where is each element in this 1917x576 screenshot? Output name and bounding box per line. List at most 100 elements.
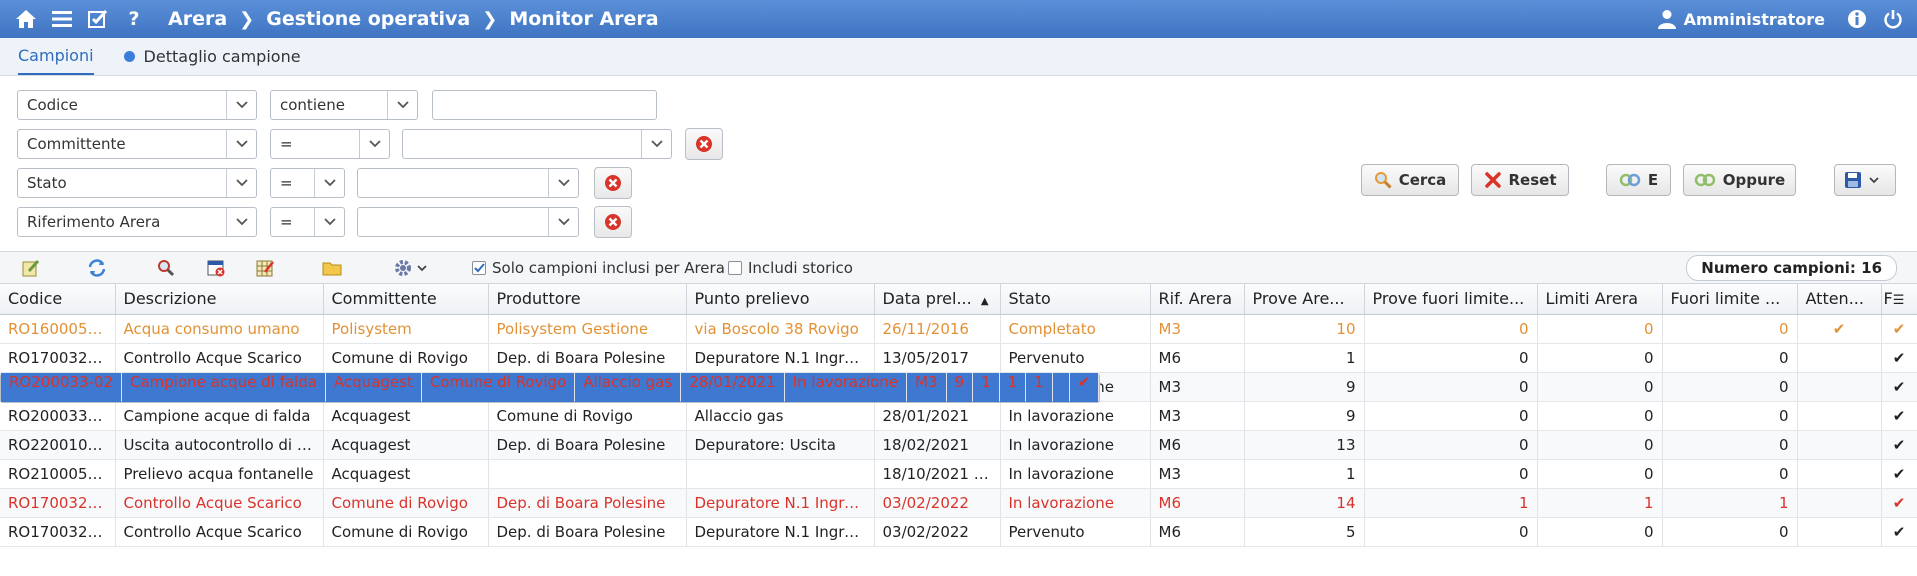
table-cell-f: ✔ — [1881, 430, 1917, 460]
refresh-icon[interactable] — [86, 258, 108, 278]
include-history-checkbox[interactable]: Includi storico — [728, 259, 853, 277]
table-row[interactable]: RO160005-03 Acqua consumo umano Polisystem… — [0, 314, 1917, 344]
filter-value-input[interactable] — [432, 90, 657, 120]
table-cell-prove-are: 9 — [1244, 401, 1365, 431]
col-punto-prelievo[interactable]: Punto prelievo — [686, 284, 875, 315]
table-cell-limiti-arera: 0 — [1537, 517, 1663, 547]
filter-value-select[interactable] — [357, 207, 579, 237]
table-cell-stato: In lavorazione — [1000, 459, 1151, 489]
filter-value-select[interactable] — [357, 168, 579, 198]
breadcrumb-gestione[interactable]: Gestione operativa — [266, 8, 470, 30]
checkbox-checked — [472, 261, 486, 275]
chevron-down-icon — [359, 130, 389, 158]
col-descrizione[interactable]: Descrizione — [115, 284, 324, 315]
table-cell-prove-are: 10 — [1244, 314, 1365, 344]
table-row[interactable]: RO200033-04 Campione acque di falda Acquag… — [0, 401, 1917, 431]
filter-operator-select[interactable]: = — [270, 129, 390, 159]
table-cell-punto-prelievo — [686, 459, 875, 489]
only-arera-checkbox[interactable]: Solo campioni inclusi per Arera — [472, 259, 725, 277]
col-committente[interactable]: Committente — [323, 284, 489, 315]
table-cell-limiti-arera: 0 — [1537, 372, 1663, 402]
table-cell-codice: RO170032-01 — [0, 343, 116, 373]
remove-filter-button[interactable] — [594, 206, 632, 238]
table-row[interactable]: RO170032-04 Controllo Acque Scarico Comune… — [0, 517, 1917, 547]
chevron-right-icon: ❯ — [482, 8, 498, 30]
filter-field-select[interactable]: Stato — [17, 168, 257, 198]
table-cell-atten — [1052, 373, 1070, 402]
save-menu-button[interactable] — [1834, 164, 1896, 196]
table-cell-data-prel: 13/05/2017 — [874, 343, 1001, 373]
remove-icon — [605, 175, 621, 191]
table-row[interactable]: RO170032-01 Controllo Acque Scarico Comune… — [0, 343, 1917, 373]
settings-menu[interactable] — [390, 258, 430, 278]
filter-operator-value: = — [280, 174, 293, 192]
col-attenzione[interactable]: Atten... — [1797, 284, 1882, 315]
filter-field-select[interactable]: Codice — [17, 90, 257, 120]
table-cell-prove-fuori-limite: 1 — [1364, 488, 1538, 518]
help-icon[interactable]: ? — [116, 0, 152, 38]
table-cell-stato: In lavorazione — [1000, 401, 1151, 431]
col-stato[interactable]: Stato — [1000, 284, 1151, 315]
table-cell-codice: RO210005-03 — [0, 459, 116, 489]
col-f[interactable]: F☰ — [1881, 284, 1917, 315]
filter-field-value: Committente — [27, 135, 126, 153]
filter-operator-select[interactable]: contiene — [270, 90, 418, 120]
filter-operator-select[interactable]: = — [270, 207, 345, 237]
col-codice[interactable]: Codice — [0, 284, 116, 315]
and-button[interactable]: E — [1606, 164, 1671, 196]
col-prove-arera[interactable]: Prove Are... — [1244, 284, 1365, 315]
chevron-down-icon — [548, 208, 578, 236]
remove-filter-button[interactable] — [685, 128, 723, 160]
find-icon[interactable] — [155, 258, 177, 278]
table-cell-limiti-arera: 0 — [1537, 430, 1663, 460]
table-cell-fuori-limite: 0 — [1662, 343, 1798, 373]
filter-field-select[interactable]: Riferimento Arera — [17, 207, 257, 237]
table-cell-prove-fuori-limite: 0 — [1364, 372, 1538, 402]
table-row[interactable]: RO170032-03 Controllo Acque Scarico Comune… — [0, 488, 1917, 518]
breadcrumb-arera[interactable]: Arera — [168, 8, 227, 30]
folder-icon[interactable] — [321, 258, 343, 278]
grid-edit-icon[interactable] — [254, 258, 276, 278]
col-produttore[interactable]: Produttore — [488, 284, 687, 315]
filter-operator-value: = — [280, 213, 293, 231]
tab-dettaglio-campione[interactable]: Dettaglio campione — [123, 38, 301, 75]
filter-operator-select[interactable]: = — [270, 168, 345, 198]
table-cell-prove-are: 14 — [1244, 488, 1365, 518]
table-row[interactable]: RO200033-02 Campione acque di falda Acquag… — [0, 372, 1101, 403]
column-menu-icon[interactable]: ☰ — [1893, 293, 1905, 308]
col-prove-fuori-limite[interactable]: Prove fuori limite... — [1364, 284, 1538, 315]
filter-field-select[interactable]: Committente — [17, 129, 257, 159]
table-row[interactable]: RO210005-03 Prelievo acqua fontanelle Acqu… — [0, 459, 1917, 489]
table-cell-f: ✔ — [1881, 314, 1917, 344]
menu-icon[interactable] — [44, 0, 80, 38]
reset-button[interactable]: Reset — [1471, 164, 1569, 196]
col-fuori-limite[interactable]: Fuori limite ... — [1662, 284, 1798, 315]
filter-field-value: Riferimento Arera — [27, 213, 161, 231]
or-button[interactable]: Oppure — [1683, 164, 1796, 196]
user-menu[interactable]: Amministratore — [1657, 9, 1825, 29]
search-button[interactable]: Cerca — [1361, 164, 1459, 196]
table-cell-limiti-arera: 0 — [1537, 314, 1663, 344]
col-data-prelievo[interactable]: Data prel... ▲ — [874, 284, 1001, 315]
edit-icon[interactable] — [20, 258, 42, 278]
col-limiti-arera[interactable]: Limiti Arera — [1537, 284, 1663, 315]
col-rif-arera[interactable]: Rif. Arera — [1150, 284, 1245, 315]
table-cell-codice: RO200033-04 — [0, 401, 116, 431]
table-row[interactable]: RO220010-02 Uscita autocontrollo di c... A… — [0, 430, 1917, 460]
calendar-delete-icon[interactable] — [205, 258, 227, 278]
table-cell-stato: In lavorazione — [1000, 488, 1151, 518]
info-icon[interactable] — [1839, 0, 1875, 38]
power-icon[interactable] — [1875, 0, 1911, 38]
user-name: Amministratore — [1683, 9, 1825, 29]
table-cell-punto-prelievo: Allaccio gas — [575, 373, 682, 402]
table-cell-fuori-limite: 1 — [1026, 373, 1053, 402]
filter-value-select[interactable] — [402, 129, 672, 159]
home-icon[interactable] — [8, 0, 44, 38]
table-cell-prove-fuori-limite: 0 — [1364, 517, 1538, 547]
only-arera-label: Solo campioni inclusi per Arera — [492, 259, 725, 277]
table-cell-stato: Completato — [1000, 314, 1151, 344]
checklist-icon[interactable] — [80, 0, 116, 38]
table-cell-prove-fuori-limite: 1 — [973, 373, 1000, 402]
tab-campioni[interactable]: Campioni — [18, 38, 94, 75]
remove-filter-button[interactable] — [594, 167, 632, 199]
